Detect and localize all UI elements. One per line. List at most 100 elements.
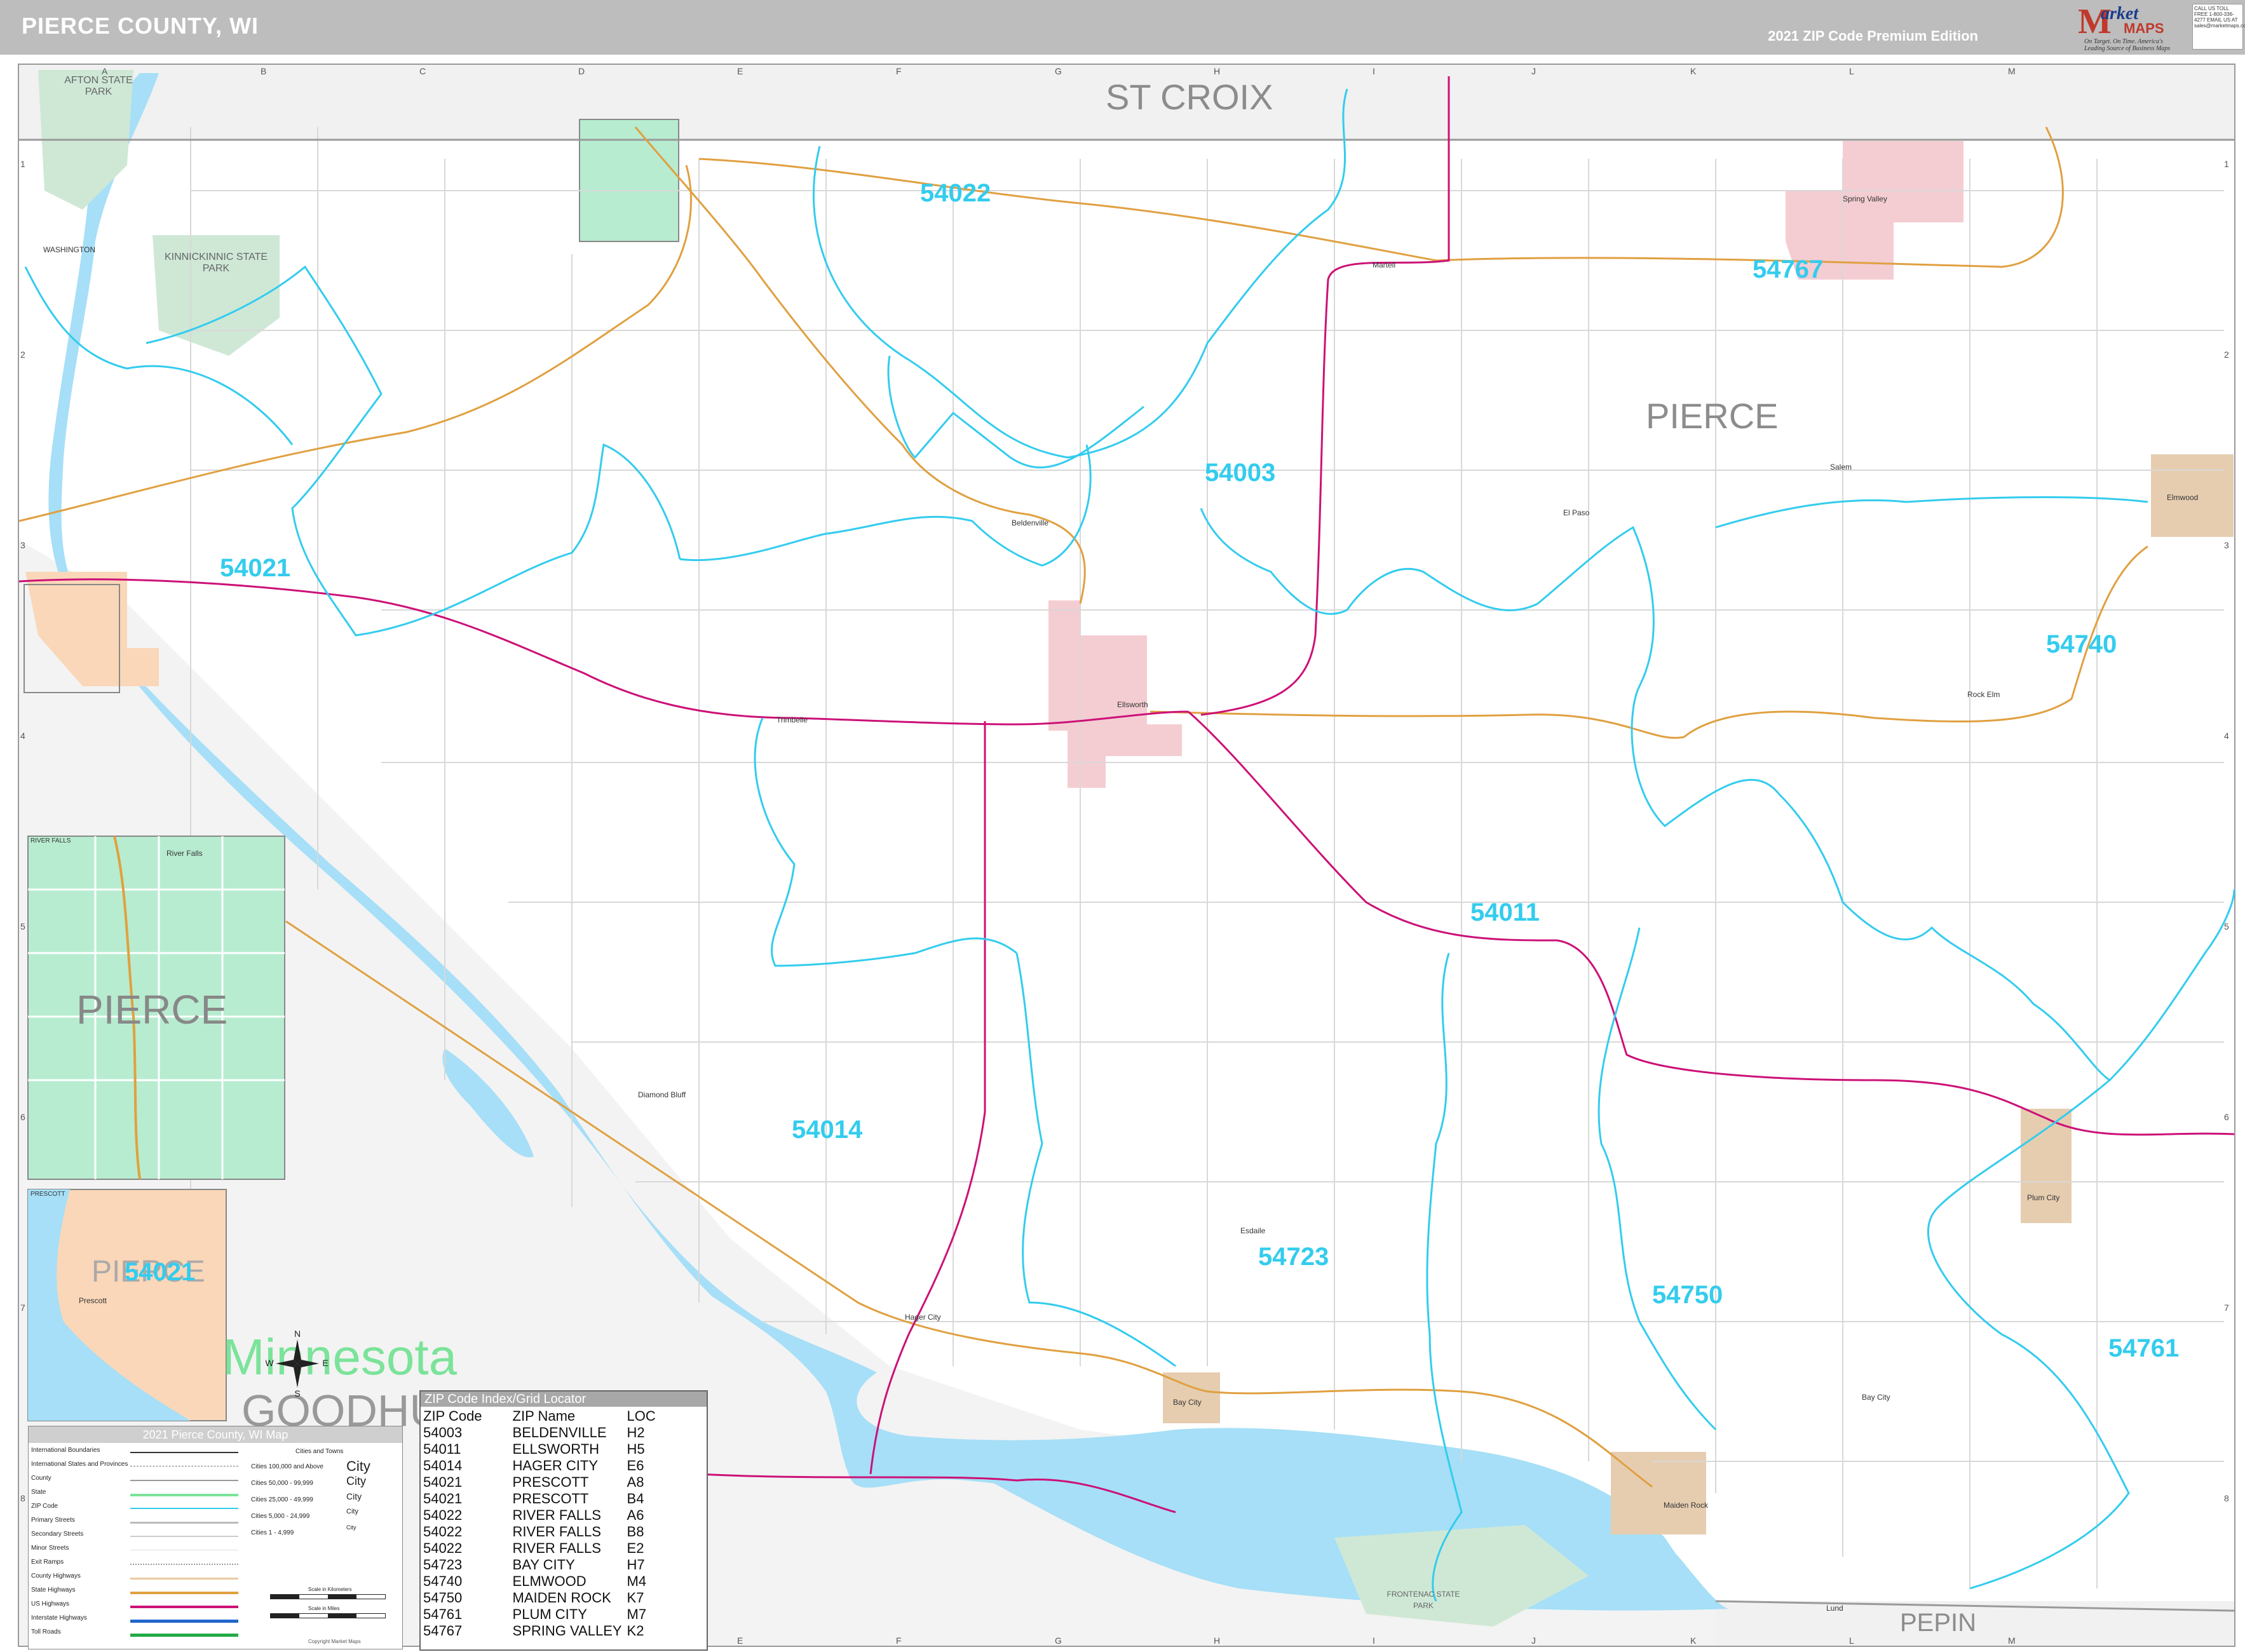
legend-city-sample: City <box>346 1458 370 1474</box>
place-rock-elm: Rock Elm <box>1967 690 2000 699</box>
zip-index-name: PRESCOTT <box>512 1474 589 1490</box>
legend-row-label: US Highways <box>31 1601 70 1608</box>
zip-index-row: 54750 MAIDEN ROCK K7 <box>423 1590 661 1606</box>
park-label-kinnickinnic: KINNICKINNIC STATE PARK <box>164 252 268 274</box>
zip-index-code: 54021 <box>423 1474 463 1490</box>
grid-row-label-right: 8 <box>2224 1493 2229 1503</box>
zip-index-row: 54011 ELLSWORTH H5 <box>423 1441 661 1458</box>
place-el-paso: El Paso <box>1563 508 1590 517</box>
place-trimbelle: Trimbelle <box>777 715 808 724</box>
place-ellsworth: Ellsworth <box>1117 700 1148 709</box>
grid-row-label: 1 <box>20 159 25 169</box>
zip-label-54011: 54011 <box>1470 898 1540 926</box>
legend-row-symbol <box>130 1494 238 1496</box>
grid-row-label-right: 6 <box>2224 1112 2229 1122</box>
legend-city-range: Cities 1 - 4,999 <box>251 1529 294 1536</box>
legend-row-label: County Highways <box>31 1573 81 1580</box>
zip-label-54014: 54014 <box>792 1116 863 1144</box>
inset-place-prescott: Prescott <box>79 1296 107 1305</box>
zip-index-name: RIVER FALLS <box>512 1507 601 1523</box>
grid-row-label: 6 <box>20 1112 25 1122</box>
legend-city-sample: City <box>346 1508 358 1515</box>
zip-index-loc: H5 <box>627 1441 645 1457</box>
zip-index-loc: A6 <box>627 1507 644 1523</box>
legend-row-label: International States and Provinces <box>31 1461 128 1468</box>
zip-label-54750: 54750 <box>1652 1281 1723 1309</box>
zip-index-name: BELDENVILLE <box>512 1425 607 1440</box>
place-salem-2: Bay City <box>1862 1393 1890 1402</box>
zip-index-row: 54022 RIVER FALLS E2 <box>423 1540 661 1557</box>
state-label-minnesota: Minnesota <box>222 1329 458 1385</box>
zip-index-code: 54723 <box>423 1557 463 1573</box>
inset-place-river-falls: River Falls <box>166 849 203 858</box>
zip-index-code: 54022 <box>423 1507 463 1523</box>
grid-column-label: H <box>1214 66 1221 76</box>
legend-copyright: Copyright Market Maps <box>308 1639 361 1644</box>
zip-index-row: 54021 PRESCOTT B4 <box>423 1491 661 1507</box>
zip-index-name: PLUM CITY <box>512 1606 587 1622</box>
zip-index-row: 54014 HAGER CITY E6 <box>423 1458 661 1474</box>
legend-row-symbol <box>130 1522 238 1524</box>
zip-index-header-row: ZIP Code ZIP Name LOC <box>423 1408 661 1425</box>
legend-row-symbol <box>130 1564 238 1565</box>
legend-row-label: State <box>31 1489 46 1496</box>
grid-column-label-bottom: F <box>896 1635 902 1646</box>
grid-row-label-right: 4 <box>2224 731 2229 741</box>
zip-index-code: 54021 <box>423 1491 463 1506</box>
grid-row-label: 4 <box>20 731 25 741</box>
zip-index-name: ELMWOOD <box>512 1573 587 1589</box>
grid-row-label: 2 <box>20 349 25 360</box>
zip-index-loc: H2 <box>627 1425 645 1440</box>
grid-column-label-bottom: I <box>1373 1635 1375 1646</box>
svg-text:E: E <box>322 1358 328 1368</box>
grid-row-label-right: 5 <box>2224 921 2229 931</box>
zip-label-54761: 54761 <box>2108 1334 2180 1362</box>
legend-row-label: Toll Roads <box>31 1628 61 1635</box>
legend-city-header: Cities and Towns <box>295 1448 344 1455</box>
svg-text:N: N <box>294 1329 301 1339</box>
zip-index-loc: A8 <box>627 1474 644 1490</box>
legend-city-sample: City <box>346 1524 356 1531</box>
grid-column-label: D <box>578 66 585 76</box>
legend-city-sample: City <box>346 1475 366 1487</box>
legend-row-symbol <box>130 1578 238 1580</box>
river-falls-city-area <box>580 119 679 241</box>
place-salem: Salem <box>1830 463 1852 471</box>
legend-row-symbol <box>130 1606 238 1608</box>
grid-column-label-bottom: J <box>1531 1635 1536 1646</box>
zip-index-loc: E2 <box>627 1540 644 1556</box>
legend-row-label: International Boundaries <box>31 1447 100 1454</box>
grid-row-label-right: 1 <box>2224 159 2229 169</box>
grid-column-label: C <box>419 66 426 76</box>
svg-text:W: W <box>266 1358 274 1368</box>
legend-row-label: State Highways <box>31 1587 76 1594</box>
place-washington: WASHINGTON <box>43 245 96 254</box>
zip-index-loc: K7 <box>627 1590 644 1606</box>
grid-row-label-right: 7 <box>2224 1303 2229 1313</box>
legend-row-symbol <box>130 1620 238 1623</box>
zip-label-54767: 54767 <box>1753 255 1824 283</box>
zip-index-loc: M4 <box>627 1573 647 1589</box>
grid-column-label: I <box>1373 66 1375 76</box>
zip-index-loc: B8 <box>627 1524 644 1540</box>
zip-index-row: 54022 RIVER FALLS A6 <box>423 1507 661 1524</box>
zip-index-name: RIVER FALLS <box>512 1540 601 1556</box>
place-spring-valley: Spring Valley <box>1843 194 1887 203</box>
zip-index-code: 54740 <box>423 1573 463 1589</box>
zip-index-name: SPRING VALLEY <box>512 1623 622 1639</box>
grid-column-label: G <box>1055 66 1062 76</box>
place-esdaile: Esdaile <box>1240 1226 1266 1235</box>
legend-scale-km-bar <box>270 1594 386 1599</box>
grid-column-label-bottom: G <box>1055 1635 1062 1646</box>
zip-index-name: PRESCOTT <box>512 1491 589 1506</box>
zip-label-54723: 54723 <box>1258 1243 1329 1271</box>
legend-row-label: ZIP Code <box>31 1503 58 1510</box>
zip-label-54740: 54740 <box>2046 630 2117 658</box>
zip-index-header-name: ZIP Name <box>512 1408 576 1424</box>
map-legend: 2021 Pierce County, WI Map International… <box>28 1426 403 1649</box>
zip-index-row: 54740 ELMWOOD M4 <box>423 1573 661 1590</box>
place-elmwood: Elmwood <box>2167 493 2199 502</box>
zip-index-name: ELLSWORTH <box>512 1441 600 1457</box>
zip-index-loc: M7 <box>627 1606 647 1622</box>
legend-city-range: Cities 5,000 - 24,999 <box>251 1513 310 1520</box>
